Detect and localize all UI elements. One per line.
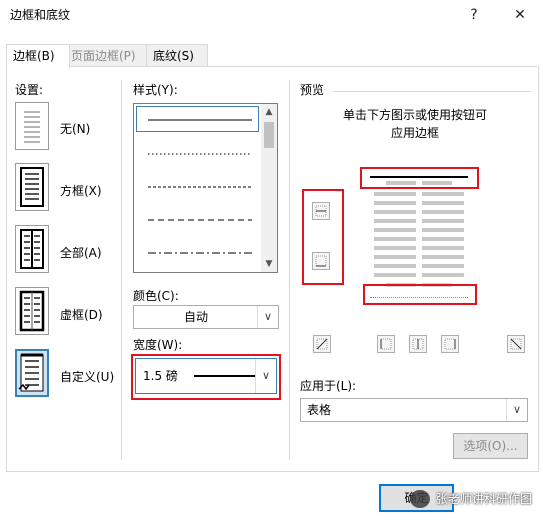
border-inside-vertical-button[interactable] <box>409 335 427 353</box>
close-button[interactable]: ✕ <box>505 2 535 28</box>
preview-bottom-border[interactable] <box>370 297 468 298</box>
section-divider <box>289 80 290 460</box>
chevron-down-icon[interactable]: ∨ <box>255 359 276 393</box>
setting-grid-icon[interactable] <box>15 287 49 335</box>
border-left-button[interactable] <box>377 335 395 353</box>
preview-table-content[interactable] <box>372 180 468 292</box>
style-listbox[interactable]: ▲ ▼ <box>133 103 278 273</box>
setting-custom-icon[interactable] <box>15 349 49 397</box>
preview-bottom-border-highlight <box>363 284 477 305</box>
settings-label: 设置: <box>15 83 44 97</box>
style-line-previews[interactable] <box>146 110 256 260</box>
style-scrollbar[interactable]: ▲ ▼ <box>261 104 277 272</box>
color-label: 颜色(C): <box>133 289 179 303</box>
section-divider <box>121 80 122 460</box>
apply-to-select[interactable]: 表格 ∨ <box>300 398 528 422</box>
preview-hint-line2: 应用边框 <box>390 126 439 140</box>
scroll-down-icon[interactable]: ▼ <box>261 256 277 272</box>
tab-borders[interactable]: 边框(B) <box>6 44 70 68</box>
window-title: 边框和底纹 <box>10 8 71 22</box>
chevron-down-icon[interactable]: ∨ <box>506 399 527 421</box>
setting-custom-label[interactable]: 自定义(U) <box>60 368 114 385</box>
preview-divider <box>333 91 531 92</box>
color-select-value: 自动 <box>183 310 208 324</box>
chevron-down-icon[interactable]: ∨ <box>257 306 278 328</box>
scroll-up-icon[interactable]: ▲ <box>261 104 277 120</box>
scroll-thumb[interactable] <box>264 122 274 148</box>
width-select[interactable]: 1.5 磅 ∨ <box>135 358 277 394</box>
border-diagonal-up-button[interactable] <box>507 335 525 353</box>
width-select-value: 1.5 磅 <box>143 369 178 383</box>
border-right-button[interactable] <box>441 335 459 353</box>
setting-box-icon[interactable] <box>15 163 49 211</box>
border-bottom-button[interactable] <box>312 252 330 270</box>
watermark-text: 张老师讲科研作图 <box>436 492 533 506</box>
tab-shading[interactable]: 底纹(S) <box>146 44 208 67</box>
width-line-preview <box>194 375 256 377</box>
options-button[interactable]: 选项(O)... <box>453 433 528 459</box>
setting-all-icon[interactable] <box>15 225 49 273</box>
preview-top-border[interactable] <box>370 176 468 178</box>
color-select[interactable]: 自动 ∨ <box>133 305 279 329</box>
apply-to-select-value: 表格 <box>307 403 332 417</box>
tab-page-borders[interactable]: 页面边框(P) <box>64 44 152 67</box>
setting-grid-label[interactable]: 虚框(D) <box>60 306 103 323</box>
border-diagonal-down-button[interactable] <box>313 335 331 353</box>
preview-label: 预览 <box>300 83 325 97</box>
style-label: 样式(Y): <box>133 83 178 97</box>
setting-all-label[interactable]: 全部(A) <box>60 244 102 261</box>
preview-hint-line1: 单击下方图示或使用按钮可 <box>342 108 487 122</box>
setting-none-icon[interactable] <box>15 102 49 150</box>
width-label: 宽度(W): <box>133 338 183 352</box>
setting-none-label[interactable]: 无(N) <box>60 120 90 137</box>
border-inside-horizontal-button[interactable] <box>312 202 330 220</box>
setting-box-label[interactable]: 方框(X) <box>60 182 102 199</box>
apply-to-label: 应用于(L): <box>300 379 357 393</box>
help-button[interactable]: ? <box>459 2 489 28</box>
wechat-logo-icon <box>410 490 430 508</box>
